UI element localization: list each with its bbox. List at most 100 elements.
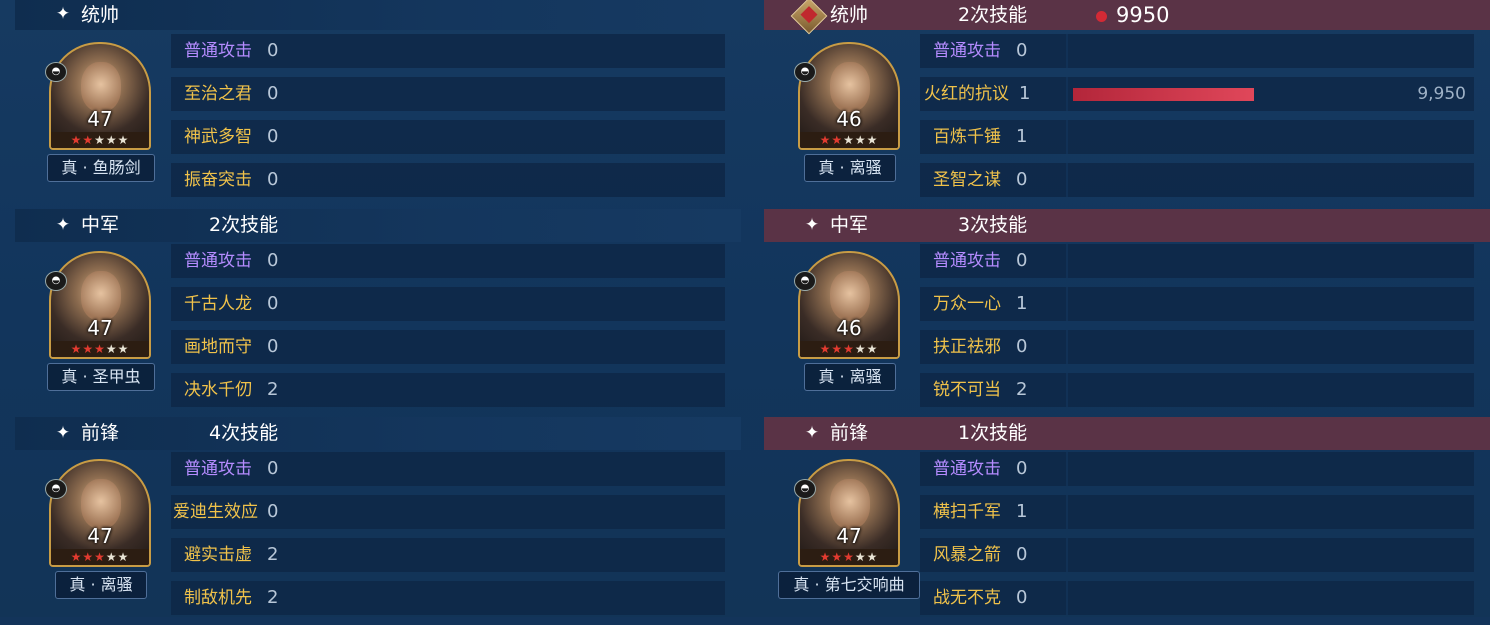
skill-row: 千古人龙 0	[171, 287, 725, 321]
horse-badge-icon: ◓	[794, 271, 816, 291]
skill-row: 普通攻击 0	[920, 244, 1474, 278]
skill-name: 普通攻击	[184, 459, 252, 479]
ally-vanguard-section: ✦ 前锋 4次技能 47 ★★★★★ ◓ 真 · 离骚 普通攻击 0 爱迪生效应 0…	[15, 417, 741, 625]
row-divider	[1066, 581, 1068, 615]
skill-row: 百炼千锤 1	[920, 120, 1474, 154]
skill-count-label: 2次技能	[958, 4, 1028, 26]
skill-count: 0	[1016, 336, 1028, 357]
hero-portrait[interactable]: 47 ★★★★★	[798, 459, 900, 567]
hero-portrait[interactable]: 47 ★★★★★	[49, 459, 151, 567]
hero-face	[81, 479, 121, 529]
skill-count: 0	[267, 40, 279, 61]
skill-count: 0	[267, 501, 279, 522]
skill-count: 0	[267, 293, 279, 314]
skill-row: 制敌机先 2	[171, 581, 725, 615]
skill-name: 千古人龙	[184, 294, 252, 314]
skill-row: 神武多智 0	[171, 120, 725, 154]
weapon-label[interactable]: 真 · 离骚	[804, 363, 896, 391]
skill-count: 0	[267, 83, 279, 104]
skill-name: 火红的抗议	[924, 84, 1009, 104]
skill-count: 1	[1019, 83, 1031, 104]
skill-count: 2	[267, 587, 279, 608]
skill-name: 普通攻击	[933, 459, 1001, 479]
skill-name: 普通攻击	[184, 251, 252, 271]
weapon-label[interactable]: 真 · 第七交响曲	[778, 571, 920, 599]
damage-value: 9,950	[1417, 84, 1466, 104]
weapon-label[interactable]: 真 · 鱼肠剑	[47, 154, 155, 182]
skill-count: 0	[1016, 250, 1028, 271]
skill-row: 画地而守 0	[171, 330, 725, 364]
skill-count: 2	[1016, 379, 1028, 400]
row-divider	[1066, 34, 1068, 68]
sparkle-icon: ✦	[55, 423, 71, 443]
hero-portrait[interactable]: 46 ★★★★★	[798, 251, 900, 359]
row-divider	[1066, 452, 1068, 486]
role-label: 中军	[830, 214, 869, 236]
hero-face	[830, 271, 870, 321]
skill-count: 0	[267, 169, 279, 190]
skill-count: 2	[267, 379, 279, 400]
weapon-label[interactable]: 真 · 离骚	[55, 571, 147, 599]
star-rating: ★★★★★	[800, 549, 898, 565]
row-divider	[1066, 120, 1068, 154]
star-rating: ★★★★★	[800, 132, 898, 148]
weapon-label[interactable]: 真 · 圣甲虫	[47, 363, 155, 391]
section-header: ✦ 前锋 4次技能	[15, 417, 741, 450]
hero-level: 47	[87, 524, 113, 548]
skill-row: 普通攻击 0	[920, 452, 1474, 486]
star-rating: ★★★★★	[800, 341, 898, 357]
skill-name: 普通攻击	[184, 41, 252, 61]
damage-total: 9950	[1116, 3, 1170, 27]
skill-row: 普通攻击 0	[171, 244, 725, 278]
hero-face	[81, 62, 121, 112]
role-label: 前锋	[830, 422, 869, 444]
skill-name: 振奋突击	[184, 170, 252, 190]
row-divider	[1066, 538, 1068, 572]
hero-portrait[interactable]: 47 ★★★★★	[49, 251, 151, 359]
role-label: 中军	[81, 214, 120, 236]
weapon-label[interactable]: 真 · 离骚	[804, 154, 896, 182]
skill-name: 决水千仞	[184, 380, 252, 400]
skill-name: 扶正祛邪	[933, 337, 1001, 357]
skill-count: 0	[1016, 544, 1028, 565]
skill-count: 0	[267, 458, 279, 479]
section-header: ✦ 前锋 1次技能	[764, 417, 1490, 450]
ally-commander-section: ✦ 统帅 47 ★★★★★ ◓ 真 · 鱼肠剑 普通攻击 0 至治之君 0 神武多智…	[15, 0, 741, 208]
horse-badge-icon: ◓	[794, 479, 816, 499]
hero-level: 46	[836, 316, 862, 340]
section-header: ✦ 中军 2次技能	[15, 209, 741, 242]
skill-name: 画地而守	[184, 337, 252, 357]
skill-row: 普通攻击 0	[920, 34, 1474, 68]
hero-level: 47	[87, 316, 113, 340]
role-label: 前锋	[81, 422, 120, 444]
skill-name: 制敌机先	[184, 588, 252, 608]
section-header: 统帅 2次技能 9950	[764, 0, 1490, 35]
skill-count: 1	[1016, 501, 1028, 522]
skill-name: 风暴之箭	[933, 545, 1001, 565]
hero-level: 47	[836, 524, 862, 548]
skill-count: 0	[267, 126, 279, 147]
hero-portrait[interactable]: 46 ★★★★★	[798, 42, 900, 150]
row-divider	[1066, 163, 1068, 197]
row-divider	[1066, 77, 1068, 111]
enemy-middle-section: ✦ 中军 3次技能 46 ★★★★★ ◓ 真 · 离骚 普通攻击 0 万众一心 1 …	[764, 209, 1490, 417]
skill-row: 振奋突击 0	[171, 163, 725, 197]
skill-row: 爱迪生效应 0	[171, 495, 725, 529]
row-divider	[1066, 287, 1068, 321]
sparkle-icon: ✦	[804, 423, 820, 443]
damage-dot-icon	[1096, 11, 1107, 22]
hero-portrait[interactable]: 47 ★★★★★	[49, 42, 151, 150]
skill-count: 0	[1016, 169, 1028, 190]
skill-count: 2	[267, 544, 279, 565]
enemy-commander-section: 统帅 2次技能 9950 46 ★★★★★ ◓ 真 · 离骚 普通攻击 0 火红的…	[764, 0, 1490, 208]
horse-badge-icon: ◓	[45, 271, 67, 291]
skill-name: 普通攻击	[933, 41, 1001, 61]
skill-count: 0	[267, 336, 279, 357]
skill-name: 横扫千军	[933, 502, 1001, 522]
skill-row: 避实击虚 2	[171, 538, 725, 572]
horse-badge-icon: ◓	[45, 62, 67, 82]
skill-row: 决水千仞 2	[171, 373, 725, 407]
skill-name: 锐不可当	[933, 380, 1001, 400]
star-rating: ★★★★★	[51, 132, 149, 148]
skill-name: 避实击虚	[184, 545, 252, 565]
